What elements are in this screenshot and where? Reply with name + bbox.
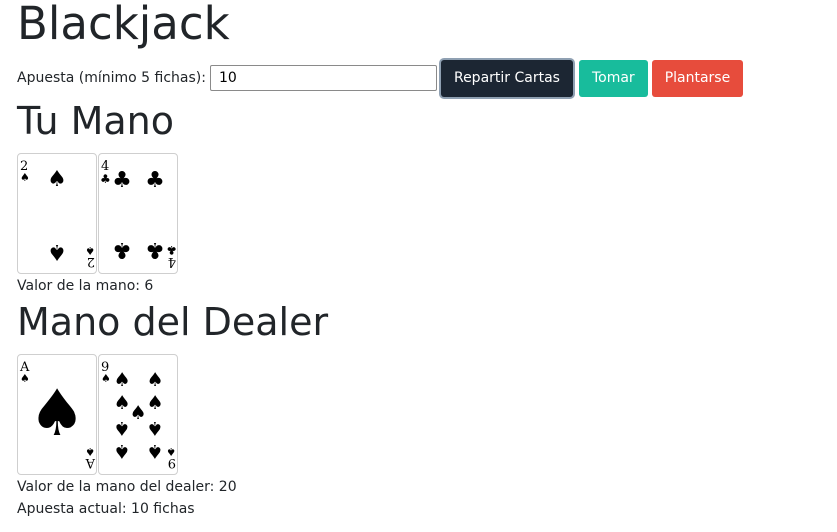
page-title: Blackjack [17,0,230,50]
card-suit-icon: ♠ [28,377,85,451]
card-suit-icon: ♠ [146,417,163,439]
playing-card: 9 ♠ ♠ ♠ ♠ ♠ ♠ ♠ ♠ ♠ ♠ 9 ♠ [98,354,178,475]
player-cards: 2 ♠ ♠ ♠ 2 ♠ 4 ♣ ♣ ♣ ♣ ♣ 4 ♣ [17,153,179,274]
player-hand-heading: Tu Mano [17,99,175,143]
bet-label: Apuesta (mínimo 5 fichas): [17,70,206,86]
card-suit-icon: ♠ [20,171,30,184]
card-suit-icon: ♠ [113,392,130,414]
card-suit-icon: ♠ [146,369,163,391]
card-suit-icon: ♠ [146,392,163,414]
deal-cards-button[interactable]: Repartir Cartas [440,59,573,97]
current-bet-text: Apuesta actual: 10 fichas [17,501,195,517]
playing-card: 2 ♠ ♠ ♠ 2 ♠ [17,153,97,274]
card-suit-icon: ♠ [129,402,146,424]
player-hand-value: Valor de la mano: 6 [17,278,154,294]
card-suit-icon: ♠ [47,167,67,192]
stand-button[interactable]: Plantarse [651,59,744,97]
card-suit-icon: ♠ [113,417,130,439]
card-suit-icon: ♠ [85,244,95,257]
playing-card: 4 ♣ ♣ ♣ ♣ ♣ 4 ♣ [98,153,178,274]
card-suit-icon: ♣ [112,168,132,193]
card-suit-icon: ♣ [112,237,132,262]
dealer-hand-value: Valor de la mano del dealer: 20 [17,479,237,495]
card-suit-icon: ♠ [47,239,67,264]
hit-button[interactable]: Tomar [578,59,648,97]
playing-card: A ♠ ♠ A ♠ [17,354,97,475]
card-suit-icon: ♠ [113,440,130,462]
card-suit-icon: ♠ [146,440,163,462]
dealer-hand-heading: Mano del Dealer [17,300,329,344]
card-suit-icon: ♣ [145,168,165,193]
card-suit-icon: ♣ [100,172,111,186]
bet-input[interactable] [209,65,437,91]
card-suit-icon: ♠ [113,369,130,391]
card-suit-icon: ♠ [166,445,176,458]
blackjack-page: Blackjack Apuesta (mínimo 5 fichas): Rep… [0,0,837,532]
dealer-cards: A ♠ ♠ A ♠ 9 ♠ ♠ ♠ ♠ ♠ ♠ ♠ ♠ ♠ ♠ 9 ♠ [17,354,179,475]
bet-controls: Apuesta (mínimo 5 fichas): Repartir Cart… [17,59,747,97]
card-suit-icon: ♣ [145,237,165,262]
card-suit-icon: ♠ [101,372,111,385]
card-suit-icon: ♣ [166,243,177,257]
card-suit-icon: ♠ [85,445,95,458]
